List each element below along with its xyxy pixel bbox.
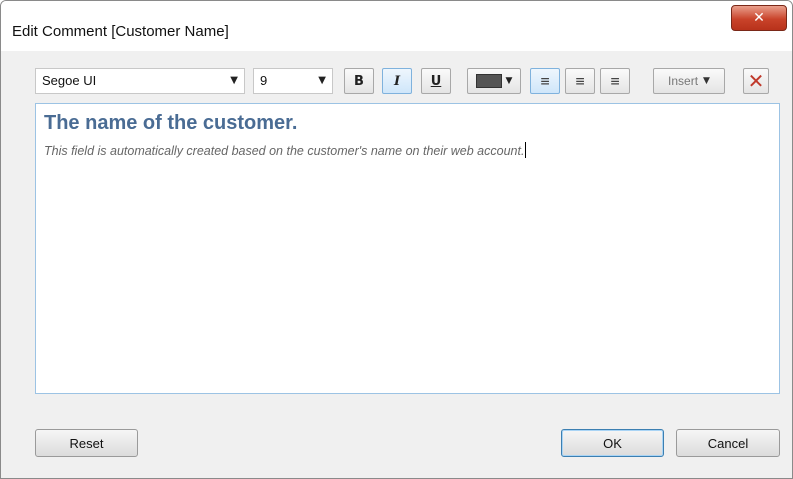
text-caret [525,142,527,158]
font-size-select[interactable]: 9 ▼ [253,68,333,94]
insert-button[interactable]: Insert ▼ [653,68,725,94]
comment-body: This field is automatically created base… [44,144,525,158]
align-left-button[interactable]: ≡ [530,68,560,94]
bold-button[interactable]: B [344,68,374,94]
chevron-down-icon: ▼ [703,76,710,86]
delete-icon: ✕ [747,69,765,93]
text-color-button[interactable]: ▼ [467,68,521,94]
chevron-down-icon: ▼ [230,75,238,86]
chevron-down-icon: ▼ [318,75,326,86]
chevron-down-icon: ▼ [505,76,513,86]
cancel-label: Cancel [707,435,749,451]
align-center-button[interactable]: ≡ [565,68,595,94]
reset-label: Reset [69,435,104,451]
italic-button[interactable]: I [382,68,412,94]
ok-label: OK [603,435,622,451]
align-right-icon: ≡ [610,71,620,90]
italic-icon: I [393,73,401,89]
reset-button[interactable]: Reset [35,429,138,457]
close-button[interactable]: ✕ [731,5,787,31]
ok-button[interactable]: OK [561,429,664,457]
cancel-button[interactable]: Cancel [676,429,780,457]
close-icon: ✕ [753,10,765,26]
comment-body-line: This field is automatically created base… [44,142,527,158]
font-size-value: 9 [260,73,268,88]
font-family-value: Segoe UI [42,73,97,88]
edit-comment-dialog: Edit Comment [Customer Name] ✕ Segoe UI … [0,0,793,479]
align-center-icon: ≡ [575,71,585,90]
color-swatch-icon [475,74,502,88]
underline-button[interactable]: U [421,68,451,94]
delete-comment-button[interactable]: ✕ [743,68,769,94]
bold-icon: B [354,73,364,89]
font-family-select[interactable]: Segoe UI ▼ [35,68,245,94]
underline-icon: U [430,73,442,89]
comment-heading: The name of the customer. [44,112,298,134]
dialog-body: Segoe UI ▼ 9 ▼ B I U ▼ ≡ ≡ ≡ Insert ▼ ✕ … [9,51,786,471]
insert-label: Insert [668,74,699,88]
align-right-button[interactable]: ≡ [600,68,630,94]
dialog-title: Edit Comment [Customer Name] [12,23,229,40]
formatting-toolbar: Segoe UI ▼ 9 ▼ B I U ▼ ≡ ≡ ≡ Insert ▼ ✕ [9,51,786,101]
align-left-icon: ≡ [540,71,550,90]
comment-editor[interactable]: The name of the customer. This field is … [35,103,780,394]
title-bar: Edit Comment [Customer Name] ✕ [1,1,792,51]
